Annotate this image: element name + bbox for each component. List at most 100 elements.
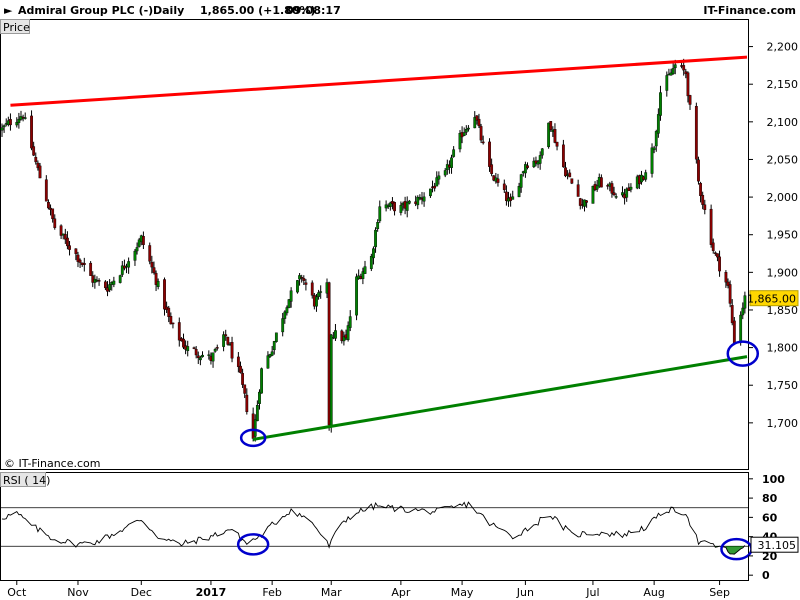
candle-249	[732, 317, 736, 345]
candle-body	[686, 72, 690, 97]
candle-body	[319, 291, 323, 293]
header-timeframe: Daily	[153, 4, 184, 17]
candle-30	[89, 261, 93, 276]
candle-body	[450, 157, 453, 168]
xtick-label: Oct	[7, 586, 27, 599]
candle-body	[135, 247, 139, 252]
candle-body	[348, 316, 352, 328]
candle-body	[127, 261, 131, 268]
candle-body	[496, 178, 500, 183]
candle-body	[224, 334, 228, 337]
candle-body	[285, 307, 289, 314]
rsi-ytick-label: 80	[762, 492, 778, 505]
candle-body	[300, 277, 304, 279]
candle-body	[673, 64, 677, 69]
candle-body	[150, 261, 154, 268]
price-ytick-label: 1,800	[767, 342, 799, 355]
price-ytick-label: 2,150	[767, 78, 799, 91]
xtick-label: 2017	[196, 586, 227, 599]
rsi-ytick-label: 60	[762, 511, 778, 524]
candle-body	[452, 149, 456, 157]
candle-body	[236, 356, 240, 367]
candle-body	[502, 183, 506, 190]
candle-body	[519, 174, 523, 188]
candle-body	[462, 132, 466, 136]
price-ytick-label: 2,000	[767, 191, 799, 204]
candle-body	[378, 206, 382, 222]
candle-body	[74, 248, 78, 254]
candle-body	[576, 184, 580, 197]
candle-body	[553, 129, 557, 143]
candle-body	[34, 156, 38, 163]
price-ytick-label: 2,100	[767, 116, 799, 129]
candle-body	[38, 165, 42, 179]
candle-body	[555, 141, 559, 147]
candle-body	[688, 95, 692, 105]
candle-247	[728, 280, 732, 308]
candle-body	[407, 200, 411, 204]
candle-body	[376, 222, 380, 230]
candle-body	[245, 394, 249, 413]
candle-body	[272, 341, 276, 351]
candle-body	[477, 118, 481, 127]
candle-body	[612, 192, 616, 196]
candle-body	[97, 280, 101, 282]
candle-163	[479, 123, 483, 144]
candle-body	[66, 237, 69, 247]
candle-body	[511, 196, 515, 200]
candle-body	[171, 322, 175, 325]
candle-body	[270, 351, 274, 356]
candle-body	[156, 281, 160, 287]
rsi-panel	[0, 472, 749, 581]
candle-body	[730, 305, 734, 324]
candle-body	[743, 295, 747, 309]
candle-body	[568, 172, 572, 178]
candle-body	[192, 347, 196, 349]
candle-body	[167, 307, 171, 317]
candle-body	[355, 276, 358, 316]
candle-body	[148, 245, 152, 262]
rsi-ytick-label: 100	[762, 473, 785, 486]
xtick-label: May	[451, 586, 474, 599]
candle-body	[260, 368, 263, 394]
candle-body	[682, 65, 686, 71]
candle-body	[51, 208, 55, 220]
candle-body	[9, 119, 12, 126]
candle-body	[711, 242, 715, 251]
candle-body	[82, 263, 86, 265]
candle-body	[108, 284, 112, 291]
rsi-last-label: 31.105	[758, 539, 797, 552]
candle-body	[570, 178, 574, 184]
candle-body	[549, 121, 553, 130]
candle-body	[198, 357, 202, 361]
candle-94	[274, 332, 278, 343]
candle-body	[104, 281, 107, 289]
candle-body	[629, 186, 633, 190]
candle-100	[296, 279, 299, 294]
xtick-label: Mar	[321, 586, 342, 599]
candle-body	[329, 334, 333, 428]
candle-body	[437, 175, 441, 180]
header-arrow-icon[interactable]: ►	[4, 4, 13, 17]
candle-body	[732, 320, 736, 344]
candle-body	[243, 384, 247, 394]
candle-body	[32, 146, 36, 156]
xtick-label: Dec	[131, 586, 152, 599]
price-ytick-label: 2,200	[767, 41, 799, 54]
candle-body	[281, 318, 285, 333]
candle-body	[467, 127, 470, 130]
candle-body	[44, 179, 48, 202]
candle-body	[490, 164, 494, 174]
candle-body	[194, 349, 198, 356]
candle-body	[728, 284, 732, 304]
candle-body	[201, 354, 204, 358]
header-brand: IT-Finance.com	[703, 4, 796, 17]
candle-body	[258, 391, 261, 404]
candle-body	[405, 202, 409, 211]
candle-body	[656, 114, 660, 134]
xtick-label: Sep	[709, 586, 730, 599]
candle-body	[152, 267, 156, 273]
candle-body	[315, 296, 318, 307]
candle-body	[230, 342, 234, 359]
candle-body	[538, 155, 542, 164]
